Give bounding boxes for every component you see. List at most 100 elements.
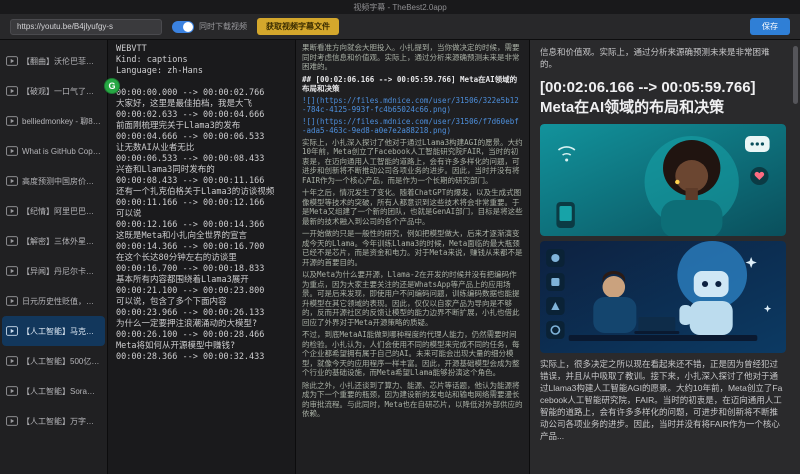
sidebar-item[interactable]: 【人工智能】Sora横空… [2,376,105,406]
toggle-knob [183,22,193,32]
markdown-preview-pane[interactable]: 信息和价值观。实际上，通过分析来源确预测未来是非常困难的。 [00:02:06.… [530,40,800,474]
sidebar-item[interactable]: 【破观】一口气了解董… [2,76,105,106]
transcript-line: 为什么一定要押注浪潮涌动的大模型? [116,319,287,330]
ai-portrait-illustration [540,124,786,236]
transcript-line: 00:00:02.633 --> 00:00:04.666 [116,110,287,121]
transcript-line: 00:00:08.433 --> 00:00:11.166 [116,176,287,187]
video-icon [6,176,18,186]
video-icon [6,326,18,336]
video-icon [6,86,18,96]
transcript-line: 00:00:26.100 --> 00:00:28.466 [116,330,287,341]
sidebar-item[interactable]: 【人工智能】万字通俗… [2,406,105,436]
video-icon [6,206,18,216]
sidebar-item[interactable]: 日元历史性贬值，意味… [2,286,105,316]
sidebar-item-label: belliedmonkey - 聊84… [22,116,101,127]
subtitle-transcript-pane[interactable]: WEBVTT Kind: captions Language: zh-Hans … [108,40,296,474]
sidebar-item[interactable]: belliedmonkey - 聊84… [2,106,105,136]
transcript-line: 基本所有内容都围绕着Llama3展开 [116,275,287,286]
sidebar-item[interactable]: 【异闻】丹尼尔卡尼曼… [2,256,105,286]
video-list-sidebar: 【翻曲】沃伦巴菲特20… 【破观】一口气了解董… belliedmonkey -… [0,40,108,474]
preview-scrollbar-thumb[interactable] [793,46,798,104]
sidebar-item-label: 【异闻】丹尼尔卡尼曼… [22,266,101,277]
transcript-line: 兴奋和Llama3同时发布的 [116,165,287,176]
transcript-line: Meta将如何从开源模型中赚钱? [116,341,287,352]
transcript-line: 00:00:00.000 --> 00:00:02.766 [116,88,287,99]
video-icon [6,296,18,306]
sidebar-item-label: 【人工智能】万字通俗… [22,416,101,427]
transcript-line: 00:00:16.700 --> 00:00:18.833 [116,264,287,275]
sidebar-item[interactable]: What is GitHub Copilot… [2,136,105,166]
sidebar-item-label: 【人工智能】Sora横空… [22,386,101,397]
sidebar-item-label: 【破观】一口气了解董… [22,86,101,97]
sidebar-item-label: 高度预测中国房价波动… [22,176,101,187]
markdown-paragraph: 十年之后，情况发生了变化。随着ChatGPT的爆发，以及生成式图像模型等技术的突… [302,188,523,226]
toolbar: https://youtu.be/B4jlyufgy-s 同时下载视频 获取视频… [0,14,800,40]
window-title: 视频字幕 - TheBest2.0app [353,2,446,13]
sidebar-item-label: 【人工智能】500亿美金… [22,356,101,367]
video-icon [6,386,18,396]
preview-heading: [00:02:06.166 --> 00:05:59.766] Meta在AI领… [540,78,786,118]
video-icon [6,146,18,156]
video-icon [6,116,18,126]
markdown-paragraph: 实际上，小扎深入探讨了他对于通过Llama3构建AGI的愿景。大约10年前，Me… [302,138,523,186]
markdown-paragraph: 不过，到底MetaAI能做到哪种程度的代理人能力，仍然需要时间的检验。小扎认为，… [302,330,523,378]
chat-bubble-icon [745,136,770,152]
download-video-toggle-label: 同时下载视频 [199,21,247,32]
transcript-line: 让无数AI从业者无比 [116,143,287,154]
transcript-line: Kind: captions [116,55,287,66]
get-subtitles-button[interactable]: 获取视频字幕文件 [257,18,339,35]
sidebar-item-label: 【纪情】阿里巴巴双信… [22,206,101,217]
transcript-line: 00:00:23.966 --> 00:00:26.133 [116,308,287,319]
video-icon [6,356,18,366]
video-icon [6,56,18,66]
main-area: 【翻曲】沃伦巴菲特20… 【破观】一口气了解董… belliedmonkey -… [0,40,800,474]
markdown-paragraph: 一开始做的只是一般性的研究，例如把模型做大，后来才逐渐演变成今天的Llama。今… [302,229,523,267]
sidebar-item-label: 【翻曲】沃伦巴菲特20… [22,56,101,67]
sidebar-item-label: 日元历史性贬值，意味… [22,296,101,307]
url-input[interactable]: https://youtu.be/B4jlyufgy-s [10,19,162,35]
video-icon [6,236,18,246]
sidebar-item-selected[interactable]: 【人工智能】马克扎克… [2,316,105,346]
app-window: 视频字幕 - TheBest2.0app https://youtu.be/B4… [0,0,800,474]
sidebar-item[interactable]: 【人工智能】500亿美金… [2,346,105,376]
markdown-heading: ## [00:02:06.166 --> 00:05:59.766] Meta在… [302,75,523,94]
assistant-avatar[interactable]: G [104,78,120,94]
sidebar-item-label: 【解密】三体外星人不… [22,236,101,247]
sidebar-item[interactable]: 高度预测中国房价波动… [2,166,105,196]
transcript-line: 00:00:28.366 --> 00:00:32.433 [116,352,287,363]
transcript-line: 00:00:04.666 --> 00:00:06.533 [116,132,287,143]
sidebar-item[interactable]: 【纪情】阿里巴巴双信… [2,196,105,226]
markdown-paragraph: 果断看准方向就会大胆投入。小扎提到，当你做决定的时候，需要同时考虑信息和价值观。… [302,43,523,72]
assistant-avatar-label: G [108,81,115,91]
preview-scrollbar[interactable] [793,42,798,472]
markdown-image-link[interactable]: ![](https://files.mdnice.com/user/31506/… [302,96,523,115]
transcript-line [116,77,287,88]
transcript-line: Language: zh-Hans [116,66,287,77]
transcript-line: 前面刚梳理完关于Llama3的发布 [116,121,287,132]
transcript-line: 00:00:14.366 --> 00:00:16.700 [116,242,287,253]
transcript-line: WEBVTT [116,44,287,55]
download-video-toggle[interactable] [172,21,194,33]
ai-robot-illustration [540,241,786,353]
sidebar-item-label: 【人工智能】马克扎克… [22,326,101,337]
transcript-line: 00:00:21.100 --> 00:00:23.800 [116,286,287,297]
transcript-line: 这既是Meta和小扎向全世界的宣言 [116,231,287,242]
download-video-toggle-group: 同时下载视频 [172,21,247,33]
sidebar-item[interactable]: 【解密】三体外星人不… [2,226,105,256]
video-icon [6,266,18,276]
window-titlebar: 视频字幕 - TheBest2.0app [0,0,800,14]
transcript-line: 00:00:12.166 --> 00:00:14.366 [116,220,287,231]
markdown-source-pane[interactable]: 果断看准方向就会大胆投入。小扎提到，当你做决定的时候，需要同时考虑信息和价值观。… [296,40,530,474]
save-button[interactable]: 保存 [750,18,790,35]
transcript-line: 00:00:06.533 --> 00:00:08.433 [116,154,287,165]
sidebar-item[interactable]: 【翻曲】沃伦巴菲特20… [2,46,105,76]
transcript-line: 可以说 [116,209,287,220]
markdown-image-link[interactable]: ![](https://files.mdnice.com/user/31506/… [302,117,523,136]
markdown-paragraph: 以及Meta为什么要开源，Llama-2在开发的时候并没有把编码作为重点，因为大… [302,270,523,327]
transcript-line: 还有一个扎克伯格关于Llama3的访谈视频 [116,187,287,198]
transcript-line: 00:00:11.166 --> 00:00:12.166 [116,198,287,209]
preview-intro-text: 信息和价值观。实际上，通过分析来源确预测未来是非常困难的。 [540,46,786,70]
sidebar-item-label: What is GitHub Copilot… [22,147,101,156]
preview-body-text: 实际上，很多决定之所以现在看起来还不错，正是因为曾经犯过错误，并且从中吸取了教训… [540,358,786,442]
heart-icon [750,167,768,185]
